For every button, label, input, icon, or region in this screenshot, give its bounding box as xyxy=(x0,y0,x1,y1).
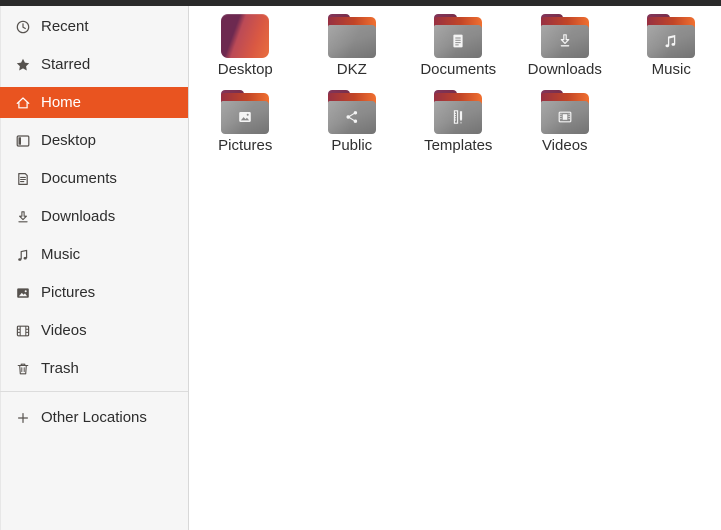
folder-icon xyxy=(327,14,376,58)
sidebar-item-downloads[interactable]: Downloads xyxy=(0,201,188,232)
sidebar-item-desktop[interactable]: Desktop xyxy=(0,125,188,156)
documents-icon xyxy=(14,170,31,187)
sidebar-item-label: Recent xyxy=(41,18,89,35)
sidebar-item-documents[interactable]: Documents xyxy=(0,163,188,194)
desktop-special-icon xyxy=(221,14,270,58)
sidebar-item-home[interactable]: Home xyxy=(0,87,188,118)
folder-icon xyxy=(434,90,483,134)
folder-icon xyxy=(540,14,589,58)
sidebar-item-recent[interactable]: Recent xyxy=(0,11,188,42)
folder-icon xyxy=(647,14,696,58)
home-icon xyxy=(14,94,31,111)
pictures-icon xyxy=(14,284,31,301)
window-titlebar-edge xyxy=(0,0,721,6)
recent-clock-icon xyxy=(14,18,31,35)
places-sidebar: Recent Starred Home Desktop Documents Do… xyxy=(0,6,189,530)
star-icon xyxy=(14,56,31,73)
sidebar-separator xyxy=(0,391,188,392)
videos-icon xyxy=(14,322,31,339)
file-label: Documents xyxy=(420,61,497,78)
file-item-public[interactable]: Public xyxy=(299,90,406,166)
music-note-emblem-icon xyxy=(665,34,676,48)
file-item-templates[interactable]: Templates xyxy=(405,90,512,166)
file-item-music[interactable]: Music xyxy=(618,14,721,90)
file-label: Public xyxy=(331,137,373,154)
file-label: Music xyxy=(651,61,691,78)
sidebar-item-label: Music xyxy=(41,246,81,263)
sidebar-item-label: Downloads xyxy=(41,208,116,225)
folder-icon xyxy=(221,90,270,134)
share-nodes-emblem-icon xyxy=(346,111,357,123)
sidebar-item-label: Other Locations xyxy=(41,409,147,426)
film-frame-emblem-icon xyxy=(558,111,572,123)
sidebar-item-label: Videos xyxy=(41,322,87,339)
sidebar-item-label: Starred xyxy=(41,56,91,73)
desktop-icon xyxy=(14,132,31,149)
sidebar-item-starred[interactable]: Starred xyxy=(0,49,188,80)
sidebar-item-music[interactable]: Music xyxy=(0,239,188,270)
photo-emblem-icon xyxy=(239,112,252,122)
file-label: Pictures xyxy=(218,137,273,154)
folder-icon xyxy=(327,90,376,134)
file-label: Videos xyxy=(541,137,588,154)
sidebar-item-label: Home xyxy=(41,94,82,111)
sidebar-item-label: Desktop xyxy=(41,132,97,149)
sidebar-item-other-locations[interactable]: Other Locations xyxy=(0,402,188,433)
sidebar-item-label: Trash xyxy=(41,360,79,377)
sidebar-item-trash[interactable]: Trash xyxy=(0,353,188,384)
folder-icon xyxy=(434,14,483,58)
download-arrow-emblem-icon xyxy=(560,34,570,47)
trash-icon xyxy=(14,360,31,377)
file-item-videos[interactable]: Videos xyxy=(512,90,619,166)
document-emblem-icon xyxy=(453,34,463,48)
file-item-desktop[interactable]: Desktop xyxy=(192,14,299,90)
ruler-pen-emblem-icon xyxy=(454,110,463,124)
sidebar-item-label: Documents xyxy=(41,170,117,187)
file-grid: Desktop DKZ Documents Downloads Music Pi… xyxy=(190,6,721,530)
sidebar-item-pictures[interactable]: Pictures xyxy=(0,277,188,308)
downloads-icon xyxy=(14,208,31,225)
plus-icon xyxy=(14,409,31,426)
file-label: Desktop xyxy=(217,61,273,78)
file-label: Templates xyxy=(424,137,493,154)
file-label: Downloads xyxy=(527,61,602,78)
sidebar-item-label: Pictures xyxy=(41,284,96,301)
sidebar-item-videos[interactable]: Videos xyxy=(0,315,188,346)
file-item-downloads[interactable]: Downloads xyxy=(512,14,619,90)
file-item-documents[interactable]: Documents xyxy=(405,14,512,90)
file-label: DKZ xyxy=(336,61,367,78)
folder-front xyxy=(327,25,376,58)
file-item-pictures[interactable]: Pictures xyxy=(192,90,299,166)
file-item-dkz[interactable]: DKZ xyxy=(299,14,406,90)
music-icon xyxy=(14,246,31,263)
folder-icon xyxy=(540,90,589,134)
